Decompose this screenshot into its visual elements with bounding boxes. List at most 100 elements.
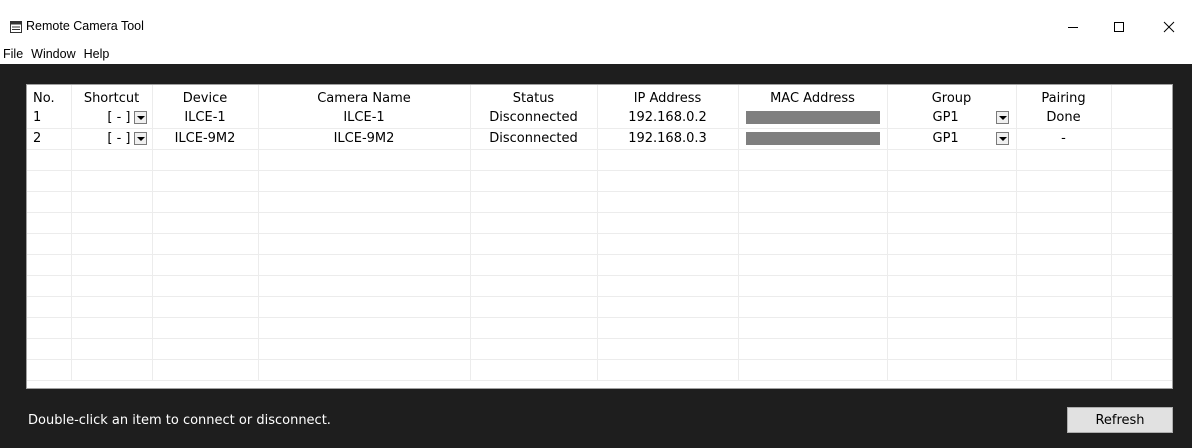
empty-cell (1111, 275, 1172, 297)
empty-cell (1111, 191, 1172, 213)
empty-cell (887, 296, 1017, 318)
empty-cell (27, 338, 72, 360)
menu-bar: File Window Help (0, 44, 1192, 64)
empty-row (27, 359, 1172, 381)
empty-cell (597, 338, 739, 360)
minimize-icon (1068, 27, 1078, 28)
table-row[interactable]: 2 [ - ] ILCE-9M2 ILCE-9M2 Disconnected 1… (27, 128, 1172, 150)
cell-no: 2 (27, 128, 72, 150)
empty-cell (1016, 254, 1112, 276)
app-icon (10, 21, 22, 33)
empty-cell (470, 212, 598, 234)
cell-pairing: Done (1016, 107, 1112, 129)
cell-shortcut: [ - ] (71, 128, 153, 150)
header-row: No. Shortcut Device Camera Name Status I… (27, 85, 1172, 107)
empty-cell (887, 275, 1017, 297)
empty-cell (152, 254, 259, 276)
column-header-mac-address[interactable]: MAC Address (738, 85, 888, 107)
empty-cell (887, 170, 1017, 192)
column-header-status[interactable]: Status (470, 85, 598, 107)
empty-cell (258, 233, 471, 255)
close-button[interactable] (1146, 10, 1192, 44)
empty-cell (1016, 212, 1112, 234)
column-header-ip-address[interactable]: IP Address (597, 85, 739, 107)
empty-cell (258, 317, 471, 339)
shortcut-value: [ - ] (107, 109, 131, 125)
empty-cell (152, 191, 259, 213)
empty-cell (258, 170, 471, 192)
cell-camera-name: ILCE-1 (258, 107, 471, 129)
empty-cell (1111, 254, 1172, 276)
column-header-camera-name[interactable]: Camera Name (258, 85, 471, 107)
shortcut-dropdown-icon[interactable] (133, 110, 147, 124)
shortcut-dropdown-icon[interactable] (133, 132, 147, 145)
group-dropdown-icon[interactable] (995, 110, 1009, 124)
group-dropdown-icon[interactable] (995, 132, 1009, 145)
empty-cell (152, 359, 259, 381)
cell-no: 1 (27, 107, 72, 129)
empty-cell (887, 212, 1017, 234)
empty-cell (470, 254, 598, 276)
column-header-pairing[interactable]: Pairing (1016, 85, 1112, 107)
empty-cell (27, 359, 72, 381)
empty-row (27, 191, 1172, 213)
empty-cell (887, 338, 1017, 360)
empty-cell (1111, 212, 1172, 234)
empty-cell (27, 170, 72, 192)
empty-cell (470, 191, 598, 213)
title-bar[interactable]: Remote Camera Tool (0, 10, 1192, 44)
app-window: Remote Camera Tool File Window Help No. … (0, 0, 1192, 448)
empty-cell (887, 191, 1017, 213)
menu-file[interactable]: File (0, 44, 27, 64)
cell-ip-address: 192.168.0.3 (597, 128, 739, 150)
empty-row (27, 338, 1172, 360)
empty-row (27, 170, 1172, 192)
empty-cell (27, 296, 72, 318)
empty-cell (1016, 317, 1112, 339)
empty-cell (470, 149, 598, 171)
column-header-group[interactable]: Group (887, 85, 1017, 107)
column-header-device[interactable]: Device (152, 85, 259, 107)
empty-cell (71, 338, 153, 360)
empty-cell (152, 338, 259, 360)
empty-cell (738, 254, 888, 276)
empty-cell (597, 275, 739, 297)
menu-window[interactable]: Window (27, 44, 79, 64)
column-header-no[interactable]: No. (27, 85, 72, 107)
empty-row (27, 317, 1172, 339)
empty-cell (887, 254, 1017, 276)
maximize-button[interactable] (1096, 10, 1142, 44)
empty-cell (1111, 170, 1172, 192)
empty-cell (1111, 233, 1172, 255)
mac-redaction-bar (745, 110, 880, 124)
empty-cell (470, 296, 598, 318)
minimize-button[interactable] (1050, 10, 1096, 44)
camera-list[interactable]: No. Shortcut Device Camera Name Status I… (26, 84, 1173, 389)
empty-cell (597, 212, 739, 234)
shortcut-value: [ - ] (107, 131, 131, 146)
table-row[interactable]: 1 [ - ] ILCE-1 ILCE-1 Disconnected 192.1… (27, 107, 1172, 129)
refresh-button[interactable]: Refresh (1067, 407, 1173, 433)
empty-cell (1016, 233, 1112, 255)
empty-cell (71, 275, 153, 297)
empty-cell (152, 296, 259, 318)
empty-cell (27, 149, 72, 171)
empty-cell (27, 191, 72, 213)
empty-row (27, 149, 1172, 171)
empty-cell (71, 359, 153, 381)
empty-cell (71, 296, 153, 318)
empty-cell (1016, 149, 1112, 171)
empty-cell (738, 212, 888, 234)
empty-cell (887, 359, 1017, 381)
empty-row (27, 233, 1172, 255)
empty-rows (27, 149, 1172, 381)
empty-cell (258, 275, 471, 297)
column-header-shortcut[interactable]: Shortcut (71, 85, 153, 107)
empty-cell (71, 233, 153, 255)
menu-help[interactable]: Help (80, 44, 114, 64)
empty-cell (27, 233, 72, 255)
empty-cell (597, 191, 739, 213)
cell-filler (1111, 107, 1172, 129)
empty-cell (738, 359, 888, 381)
empty-cell (152, 149, 259, 171)
